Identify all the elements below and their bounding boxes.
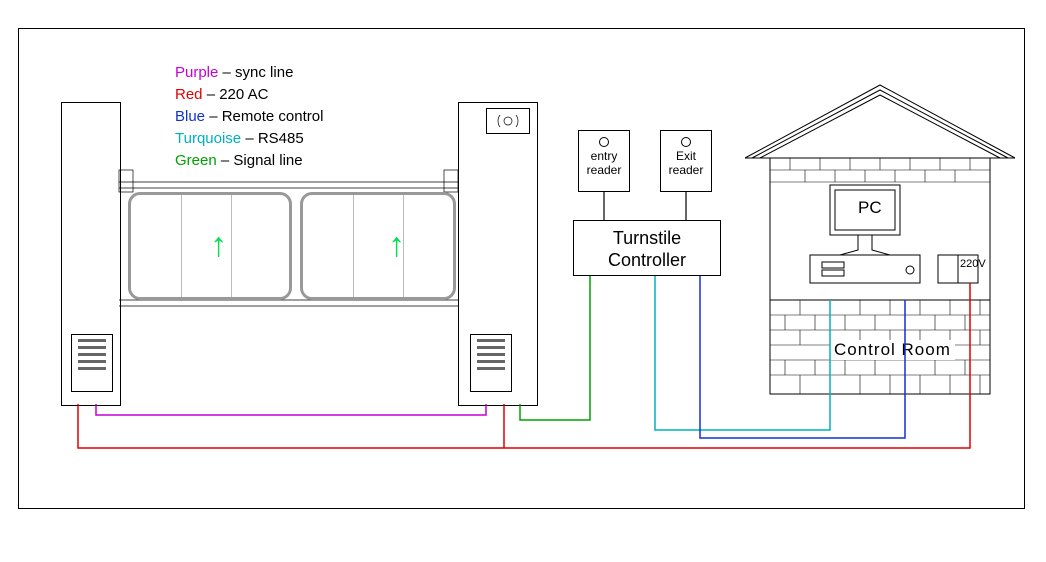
diagram-canvas: Purple – sync line Red – 220 AC Blue – R… [0, 0, 1046, 562]
wiring-svg [0, 0, 1046, 562]
